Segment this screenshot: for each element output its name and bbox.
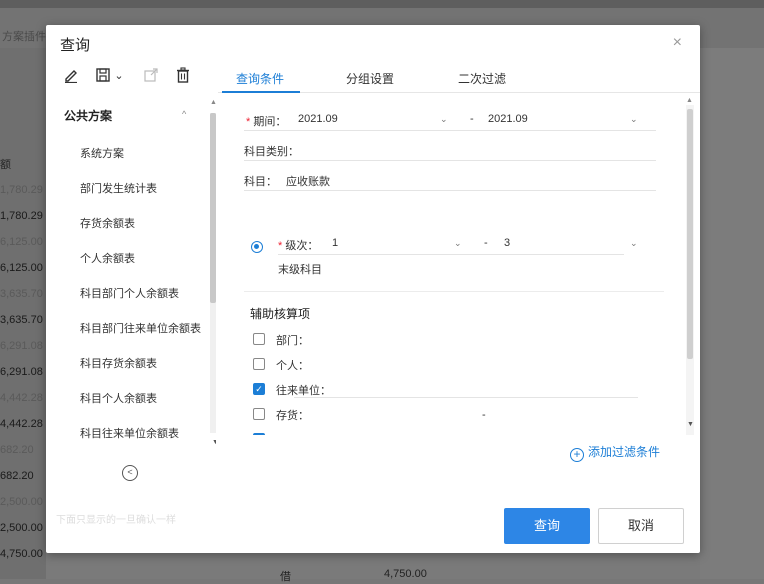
- scheme-sidebar: 公共方案 ^ 系统方案 部门发生统计表 存货余额表 个人余额表 科目部门个人余额…: [54, 95, 216, 460]
- chevron-down-icon[interactable]: ⌄: [454, 238, 462, 249]
- background-top-strip: [0, 0, 764, 8]
- background-amount: 6,125.00: [0, 236, 43, 248]
- background-amount: 4,442.28: [0, 418, 43, 430]
- scroll-up-icon[interactable]: ▲: [686, 97, 693, 104]
- chevron-down-icon[interactable]: ⌄: [630, 114, 638, 125]
- aux-checkbox[interactable]: ✓: [253, 433, 265, 435]
- background-amount: 1,780.29: [0, 210, 43, 222]
- aux-checkbox[interactable]: [253, 358, 265, 370]
- chevron-up-icon[interactable]: ^: [182, 109, 186, 119]
- background-amount: 682.20: [0, 444, 34, 456]
- sidebar-scrollbar[interactable]: [210, 113, 216, 433]
- level-radio[interactable]: [251, 241, 263, 253]
- tab-query-conditions[interactable]: 查询条件: [236, 70, 284, 87]
- public-scheme-heading[interactable]: 公共方案: [64, 107, 112, 124]
- aux-checkbox-label[interactable]: 项目：: [276, 432, 309, 435]
- background-amount: 2,500.00: [0, 496, 43, 508]
- period-row: * 期间： 2021.09 ⌄ - 2021.09 ⌄: [244, 111, 656, 131]
- background-amount: 1,780.29: [0, 184, 43, 196]
- stock-dash: -: [482, 409, 486, 421]
- background-amount: 4,750.00: [0, 548, 43, 560]
- level-label: * 级次：: [278, 240, 319, 252]
- subject-value[interactable]: 应收账款: [286, 173, 330, 189]
- tab-group-settings[interactable]: 分组设置: [346, 70, 394, 87]
- scheme-toolbar: ⌄: [46, 63, 218, 89]
- trash-icon[interactable]: [174, 67, 192, 85]
- query-dialog: 查询 × ⌄ 公共方案 ^ 系统方案 部门发生统计表 存货余额表 个人余额表 科…: [46, 25, 700, 553]
- background-bottom-amount: 4,750.00: [384, 568, 427, 580]
- chevron-down-icon[interactable]: ⌄: [110, 67, 128, 85]
- query-form: * 期间： 2021.09 ⌄ - 2021.09 ⌄ 科目类别： 科目： 应收…: [218, 95, 700, 435]
- sidebar-item[interactable]: 科目存货余额表: [80, 355, 157, 371]
- leaf-subject-label[interactable]: 末级科目: [278, 261, 322, 277]
- active-tab-underline: [222, 91, 300, 93]
- sidebar-scroll-thumb[interactable]: [210, 113, 216, 303]
- background-amount: 4,442.28: [0, 392, 43, 404]
- background-amount: 682.20: [0, 470, 34, 482]
- aux-checkbox[interactable]: [253, 333, 265, 345]
- sidebar-item[interactable]: 科目个人余额表: [80, 390, 157, 406]
- chevron-down-icon[interactable]: ⌄: [440, 114, 448, 125]
- add-filter-button[interactable]: + 添加过滤条件: [570, 443, 660, 462]
- period-to-select[interactable]: 2021.09: [488, 113, 528, 125]
- period-dash: -: [470, 113, 474, 125]
- subject-row[interactable]: 科目： 应收账款: [244, 171, 656, 191]
- section-divider: [244, 291, 664, 292]
- subject-label: 科目：: [244, 176, 277, 188]
- form-scrollbar[interactable]: [686, 105, 694, 435]
- aux-checkbox-label[interactable]: 个人：: [276, 357, 309, 373]
- aux-checkbox-label[interactable]: 往来单位：: [276, 382, 331, 398]
- dialog-title: 查询: [60, 37, 91, 54]
- background-amount: 6,291.08: [0, 366, 43, 378]
- sidebar-item[interactable]: 科目往来单位余额表: [80, 425, 179, 441]
- background-amount: 3,635.70: [0, 288, 43, 300]
- plus-icon: +: [570, 448, 584, 462]
- background-column-label: 额: [0, 159, 11, 171]
- query-button[interactable]: 查询: [504, 508, 590, 544]
- level-to-select[interactable]: 3: [504, 237, 510, 249]
- background-bottom-cell: 借: [280, 571, 291, 583]
- close-icon[interactable]: ×: [673, 34, 682, 52]
- sidebar-item[interactable]: 科目部门个人余额表: [80, 285, 179, 301]
- level-dash: -: [484, 237, 488, 249]
- background-amount: 6,125.00: [0, 262, 43, 274]
- sidebar-item[interactable]: 系统方案: [80, 145, 124, 161]
- level-row: * 级次： 1 ⌄ - 3 ⌄: [278, 235, 638, 255]
- scroll-up-icon[interactable]: ▲: [210, 99, 216, 106]
- collapse-sidebar-icon[interactable]: <: [122, 465, 138, 481]
- period-from-select[interactable]: 2021.09: [298, 113, 338, 125]
- add-filter-label: 添加过滤条件: [588, 445, 661, 459]
- form-scroll-thumb[interactable]: [687, 109, 693, 359]
- export-icon: [142, 67, 160, 85]
- period-label: * 期间：: [246, 116, 287, 128]
- scroll-down-icon[interactable]: ▼: [687, 421, 694, 428]
- background-amount: 2,500.00: [0, 522, 43, 534]
- aux-checkbox[interactable]: [253, 408, 265, 420]
- query-tabs: 查询条件 分组设置 二次过滤: [218, 63, 700, 93]
- cancel-button[interactable]: 取消: [598, 508, 684, 544]
- aux-checkbox-label[interactable]: 部门：: [276, 332, 309, 348]
- pencil-icon[interactable]: [62, 67, 80, 85]
- aux-checkbox[interactable]: ✓: [253, 383, 265, 395]
- background-tab: 方案插件: [2, 31, 46, 43]
- sidebar-item[interactable]: 科目部门往来单位余额表: [80, 320, 201, 336]
- background-amount: 6,291.08: [0, 340, 43, 352]
- sidebar-item[interactable]: 部门发生统计表: [80, 180, 157, 196]
- background-right-area: [700, 48, 764, 579]
- chevron-down-icon[interactable]: ⌄: [630, 238, 638, 249]
- bottom-hint: 下面只显示的一旦确认一样: [56, 515, 176, 526]
- aux-section-title: 辅助核算项: [250, 307, 311, 321]
- aux-checkbox-label[interactable]: 存货：: [276, 407, 309, 423]
- background-amount: 3,635.70: [0, 314, 43, 326]
- level-from-select[interactable]: 1: [332, 237, 338, 249]
- category-row[interactable]: 科目类别：: [244, 141, 656, 161]
- category-label: 科目类别：: [244, 146, 299, 158]
- tab-secondary-filter[interactable]: 二次过滤: [458, 70, 506, 87]
- aux-field-underline: [294, 397, 638, 398]
- scroll-down-icon[interactable]: ▼: [212, 439, 216, 446]
- sidebar-item[interactable]: 存货余额表: [80, 215, 135, 231]
- sidebar-item[interactable]: 个人余额表: [80, 250, 135, 266]
